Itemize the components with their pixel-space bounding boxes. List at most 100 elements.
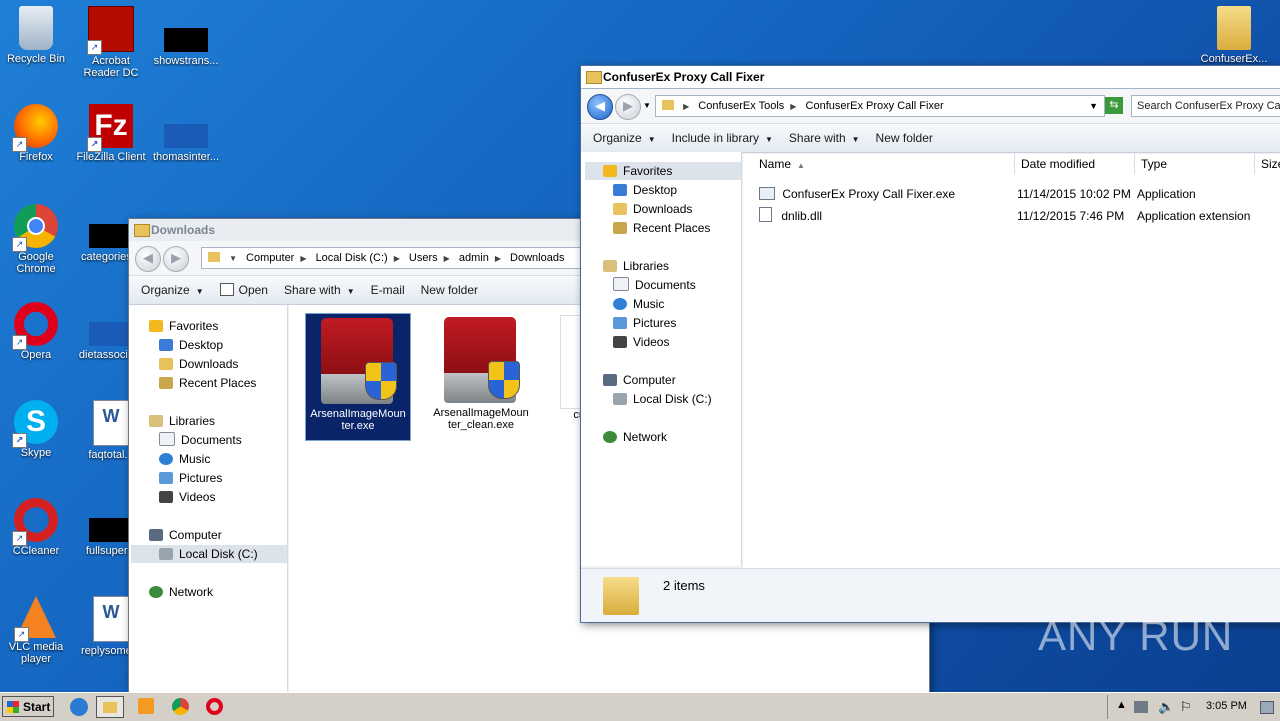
file-item-selected[interactable]: ArsenalImageMoun ter.exe: [305, 313, 411, 441]
breadcrumb-item[interactable]: Users: [409, 252, 438, 264]
nav-pictures[interactable]: Pictures: [613, 314, 676, 332]
desktop-icon-thomasinter[interactable]: thomasinter...: [150, 104, 222, 163]
open-button[interactable]: Open: [219, 283, 268, 297]
desktop-icon-vlc[interactable]: ↗ VLC media player: [0, 596, 72, 665]
taskbar-media-player-icon[interactable]: [138, 698, 154, 714]
folder-icon: [103, 702, 117, 713]
downloads-icon: [159, 358, 173, 370]
organize-button[interactable]: Organize ▼: [593, 131, 656, 145]
desktop-icon-opera[interactable]: ↗ Opera: [0, 302, 72, 361]
desktop-icon-chrome[interactable]: ↗ Google Chrome: [0, 204, 72, 275]
organize-button[interactable]: Organize ▼: [141, 283, 204, 297]
confuserex-window[interactable]: ConfuserEx Proxy Call Fixer ◀ ▶ ▼ ▶ Conf…: [580, 65, 1280, 623]
nav-downloads[interactable]: Downloads: [613, 200, 692, 218]
nav-network[interactable]: Network: [603, 428, 667, 446]
recent-pages-dropdown[interactable]: ▼: [643, 101, 651, 110]
desktop-icon-recycle-bin[interactable]: Recycle Bin: [0, 6, 72, 65]
nav-desktop[interactable]: Desktop: [159, 336, 223, 354]
confuserex-titlebar[interactable]: ConfuserEx Proxy Call Fixer: [581, 66, 1280, 89]
share-with-button[interactable]: Share with ▼: [789, 131, 860, 145]
breadcrumb-item[interactable]: admin: [459, 252, 489, 264]
new-folder-button[interactable]: New folder: [876, 131, 933, 145]
drive-icon: [159, 548, 173, 560]
table-row[interactable]: dnlib.dll 11/12/2015 7:46 PM Application…: [759, 206, 1279, 226]
column-header-date[interactable]: Date modified: [1015, 154, 1135, 174]
share-with-button[interactable]: Share with ▼: [284, 283, 355, 297]
nav-music[interactable]: Music: [159, 450, 210, 468]
nav-computer[interactable]: Computer: [603, 371, 676, 389]
address-bar[interactable]: ▼ Computer ▶ Local Disk (C:) ▶ Users ▶ admi…: [201, 247, 589, 269]
share-with-label: Share with: [788, 131, 846, 145]
nav-documents[interactable]: Documents: [613, 276, 696, 294]
forward-button[interactable]: ▶: [163, 246, 189, 272]
chevron-down-icon[interactable]: ▶: [444, 254, 450, 263]
desktop-icon-filezilla[interactable]: Fz ↗ FileZilla Client: [75, 104, 147, 163]
nav-favorites[interactable]: Favorites: [585, 162, 741, 180]
desktop-icon-skype[interactable]: S ↗ Skype: [0, 400, 72, 459]
nav-documents[interactable]: Documents: [159, 431, 242, 449]
taskbar-opera-icon[interactable]: [206, 698, 223, 715]
start-button[interactable]: Start: [2, 696, 54, 717]
file-item[interactable]: ArsenalImageMoun ter_clean.exe: [429, 313, 533, 431]
address-bar[interactable]: ▶ ConfuserEx Tools ▶ ConfuserEx Proxy Cal…: [655, 95, 1105, 117]
nav-label: Downloads: [179, 357, 239, 371]
forward-button[interactable]: ▶: [615, 94, 641, 120]
start-label: Start: [23, 700, 51, 714]
search-input[interactable]: Search ConfuserEx Proxy Cal: [1131, 95, 1280, 117]
column-header-name[interactable]: Name ▲: [753, 154, 1015, 174]
table-row[interactable]: ConfuserEx Proxy Call Fixer.exe 11/14/20…: [759, 184, 1279, 204]
nav-music[interactable]: Music: [613, 295, 664, 313]
breadcrumb-item[interactable]: ConfuserEx Tools: [698, 100, 784, 112]
back-button[interactable]: ◀: [587, 94, 613, 120]
desktop-icon-firefox[interactable]: ↗ Firefox: [0, 104, 72, 163]
nav-libraries[interactable]: Libraries: [603, 257, 669, 275]
taskbar-ie-icon[interactable]: [70, 698, 88, 716]
refresh-button[interactable]: ⇆: [1105, 97, 1123, 114]
nav-libraries[interactable]: Libraries: [149, 412, 215, 430]
volume-icon[interactable]: 🔈: [1158, 699, 1174, 715]
clock[interactable]: 3:05 PM: [1206, 700, 1247, 712]
desktop-icon-confuserex-folder[interactable]: ConfuserEx...: [1198, 6, 1270, 65]
nav-desktop[interactable]: Desktop: [613, 181, 677, 199]
nav-recent-places[interactable]: Recent Places: [159, 374, 256, 392]
column-header-size[interactable]: Size: [1255, 154, 1280, 174]
open-label: Open: [238, 283, 268, 297]
chevron-right-icon[interactable]: ▶: [790, 102, 796, 111]
breadcrumb-item[interactable]: Local Disk (C:): [316, 252, 388, 264]
breadcrumb-item[interactable]: Downloads: [510, 252, 564, 264]
breadcrumb-item[interactable]: ConfuserEx Proxy Call Fixer: [806, 100, 944, 112]
new-folder-button[interactable]: New folder: [421, 283, 478, 297]
nav-videos[interactable]: Videos: [159, 488, 215, 506]
file-list[interactable]: Name ▲ Date modified Type Size ConfuserEx…: [743, 154, 1280, 568]
documents-icon: [159, 432, 175, 446]
show-desktop-button[interactable]: [1260, 701, 1274, 714]
chevron-down-icon[interactable]: ▶: [495, 254, 501, 263]
taskbar-chrome-icon[interactable]: [172, 698, 189, 715]
action-center-flag-icon[interactable]: ⚐: [1180, 699, 1192, 715]
nav-favorites[interactable]: Favorites: [149, 317, 218, 335]
desktop-icon-showstrans[interactable]: showstrans...: [150, 6, 222, 67]
show-hidden-icons-icon[interactable]: ▲: [1116, 699, 1127, 711]
column-header-type[interactable]: Type: [1135, 154, 1255, 174]
file-name: ConfuserEx Proxy Call Fixer.exe: [782, 187, 956, 201]
nav-computer[interactable]: Computer: [149, 526, 222, 544]
desktop-icon-acrobat[interactable]: ↗ Acrobat Reader DC: [75, 6, 147, 79]
address-dropdown-icon[interactable]: ▼: [1089, 96, 1098, 116]
nav-videos[interactable]: Videos: [613, 333, 669, 351]
chevron-down-icon[interactable]: ▶: [394, 254, 400, 263]
nav-local-disk[interactable]: Local Disk (C:): [613, 390, 712, 408]
chevron-down-icon[interactable]: ▶: [300, 254, 306, 263]
breadcrumb-item[interactable]: Computer: [246, 252, 294, 264]
nav-label: Computer: [169, 528, 222, 542]
back-button[interactable]: ◀: [135, 246, 161, 272]
nav-local-disk[interactable]: Local Disk (C:): [131, 545, 287, 563]
nav-network[interactable]: Network: [149, 583, 213, 601]
nav-downloads[interactable]: Downloads: [159, 355, 238, 373]
desktop-icon-ccleaner[interactable]: ↗ CCleaner: [0, 498, 72, 557]
include-in-library-button[interactable]: Include in library ▼: [672, 131, 773, 145]
nav-recent-places[interactable]: Recent Places: [613, 219, 710, 237]
network-tray-icon[interactable]: [1134, 701, 1148, 713]
nav-pictures[interactable]: Pictures: [159, 469, 222, 487]
taskbar-explorer-button[interactable]: [96, 696, 124, 718]
email-button[interactable]: E-mail: [371, 283, 405, 297]
